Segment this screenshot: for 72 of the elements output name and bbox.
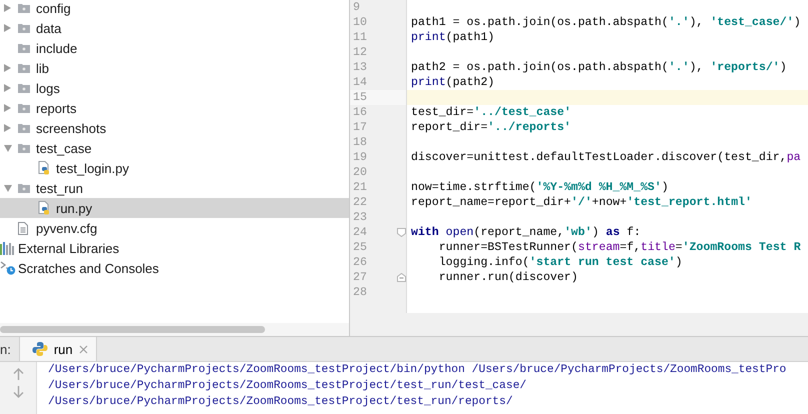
line-number: 22 bbox=[353, 195, 368, 210]
code-line: now=time.strftime('%Y-%m%d %H_%M_%S') bbox=[411, 181, 668, 194]
line-number: 27 bbox=[353, 270, 368, 285]
tree-item[interactable]: External Libraries bbox=[0, 238, 349, 258]
line-number: 14 bbox=[353, 75, 368, 90]
line-number: 11 bbox=[353, 30, 368, 45]
folder-icon bbox=[18, 23, 30, 33]
line-number: 20 bbox=[353, 165, 368, 180]
folder-icon bbox=[18, 123, 30, 133]
line-number: 18 bbox=[353, 135, 368, 150]
console-output-line: /Users/bruce/PycharmProjects/ZoomRooms_testProject/bin/python /Users/bruce/PycharmProjects/ZoomRooms_testPro bbox=[48, 362, 786, 378]
tree-item[interactable]: logs bbox=[0, 78, 349, 98]
line-number: 25 bbox=[353, 240, 368, 255]
code-line: report_dir='../reports' bbox=[411, 121, 572, 134]
python-file-icon bbox=[38, 201, 50, 215]
down-arrow-icon[interactable] bbox=[12, 386, 24, 398]
tree-item[interactable]: run.py bbox=[0, 198, 349, 218]
line-number: 24 bbox=[353, 225, 368, 240]
close-icon[interactable] bbox=[78, 344, 88, 354]
folder-icon bbox=[18, 43, 30, 53]
console-output-line: /Users/bruce/PycharmProjects/ZoomRooms_testProject/test_run/reports/ bbox=[48, 394, 514, 410]
code-line: logging.info('start run test case') bbox=[438, 256, 682, 269]
tree-item[interactable]: lib bbox=[0, 58, 349, 78]
tree-item[interactable]: test_case bbox=[0, 138, 349, 158]
line-number: 10 bbox=[353, 15, 368, 30]
code-line: print(path2) bbox=[411, 76, 494, 89]
panel-label: n: bbox=[0, 340, 12, 358]
tree-item[interactable]: screenshots bbox=[0, 118, 349, 138]
line-number: 13 bbox=[353, 60, 368, 75]
folder-icon bbox=[18, 63, 30, 73]
run-tab[interactable]: run bbox=[18, 337, 97, 361]
line-number: 28 bbox=[353, 285, 368, 300]
folder-icon bbox=[18, 143, 30, 153]
tree-item[interactable]: Scratches and Consoles bbox=[0, 258, 349, 278]
line-number: 16 bbox=[353, 105, 368, 120]
tree-item[interactable]: test_run bbox=[0, 178, 349, 198]
line-number: 9 bbox=[353, 0, 361, 15]
console-output-line: /Users/bruce/PycharmProjects/ZoomRooms_testProject/test_run/test_case/ bbox=[48, 378, 528, 394]
python-icon bbox=[32, 341, 48, 357]
line-number: 23 bbox=[353, 210, 368, 225]
tree-item[interactable]: reports bbox=[0, 98, 349, 118]
code-line: runner=BSTestRunner(stream=f,title='ZoomRooms Test R bbox=[438, 241, 801, 254]
line-number: 21 bbox=[353, 180, 368, 195]
tree-item[interactable]: config bbox=[0, 0, 349, 18]
line-number: 12 bbox=[353, 45, 368, 60]
code-line: test_dir='../test_case' bbox=[411, 106, 572, 119]
code-line: runner.run(discover) bbox=[438, 271, 578, 284]
code-line: discover=unittest.defaultTestLoader.discover(test_dir,pa bbox=[411, 151, 801, 164]
line-number: 17 bbox=[353, 120, 368, 135]
folder-icon bbox=[18, 103, 30, 113]
fold-marker-icon[interactable] bbox=[397, 273, 406, 282]
line-number: 26 bbox=[353, 255, 368, 270]
code-line: print(path1) bbox=[411, 31, 494, 44]
tree-item[interactable]: include bbox=[0, 38, 349, 58]
text-file-icon bbox=[18, 222, 28, 234]
folder-icon bbox=[18, 3, 30, 13]
code-line: path2 = os.path.join(os.path.abspath('.'), 'reports/') bbox=[411, 61, 787, 74]
tree-item[interactable]: data bbox=[0, 18, 349, 38]
tree-item[interactable]: test_login.py bbox=[0, 158, 349, 178]
up-arrow-icon[interactable] bbox=[12, 368, 24, 380]
python-file-icon bbox=[38, 161, 50, 175]
code-line: with open(report_name,'wb') as f: bbox=[411, 226, 641, 239]
scrollbar-thumb[interactable] bbox=[0, 326, 265, 333]
folder-icon bbox=[18, 183, 30, 193]
line-number: 15 bbox=[353, 90, 368, 105]
libraries-icon bbox=[0, 242, 15, 254]
folder-icon bbox=[18, 83, 30, 93]
code-line: path1 = os.path.join(os.path.abspath('.'), 'test_case/') bbox=[411, 16, 801, 29]
code-line: report_name=report_dir+'/'+now+'test_report.html' bbox=[411, 196, 752, 209]
line-number: 19 bbox=[353, 150, 368, 165]
tree-item[interactable]: pyvenv.cfg bbox=[0, 218, 349, 238]
fold-marker-icon[interactable] bbox=[397, 228, 406, 237]
